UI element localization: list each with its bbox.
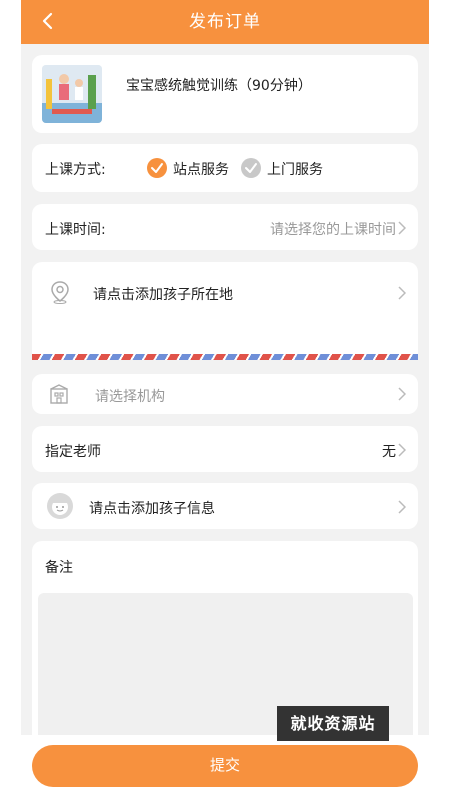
- product-card[interactable]: 宝宝感统触觉训练（90分钟）: [32, 55, 418, 133]
- class-mode-label: 上课方式:: [45, 162, 106, 178]
- checkmark-circle-icon: [241, 158, 261, 178]
- checkmark-circle-icon: [147, 158, 167, 178]
- teacher-row[interactable]: 指定老师 无: [32, 426, 418, 472]
- chevron-right-icon: [398, 286, 406, 300]
- location-card[interactable]: 请点击添加孩子所在地: [32, 262, 418, 360]
- child-info-prompt: 请点击添加孩子信息: [89, 501, 215, 517]
- chevron-right-icon: [398, 443, 406, 457]
- app-header: 发布订单: [21, 0, 429, 44]
- product-thumbnail: [42, 65, 102, 123]
- institution-row[interactable]: 请选择机构: [32, 374, 418, 414]
- product-name: 宝宝感统触觉训练（90分钟）: [126, 78, 312, 94]
- site-service-label[interactable]: 站点服务: [173, 159, 229, 179]
- location-pin-icon: [51, 281, 69, 304]
- radio-site-service[interactable]: [147, 158, 167, 178]
- home-service-label[interactable]: 上门服务: [267, 159, 323, 179]
- chevron-right-icon: [398, 387, 406, 401]
- envelope-border-divider: [32, 354, 418, 360]
- radio-home-service[interactable]: [241, 158, 261, 178]
- page-title: 发布订单: [189, 12, 261, 32]
- remarks-label: 备注: [45, 560, 73, 576]
- chevron-right-icon: [398, 500, 406, 514]
- class-mode-card: 上课方式: 站点服务 上门服务: [32, 144, 418, 192]
- teacher-value: 无: [382, 444, 396, 460]
- location-prompt: 请点击添加孩子所在地: [93, 287, 233, 303]
- institution-placeholder: 请选择机构: [95, 389, 165, 405]
- class-time-placeholder: 请选择您的上课时间: [270, 222, 396, 238]
- building-icon: [50, 384, 68, 404]
- chevron-right-icon: [398, 221, 406, 235]
- child-face-icon: [47, 493, 73, 519]
- submit-button[interactable]: 提交: [32, 745, 418, 787]
- watermark-badge: 就收资源站: [277, 706, 389, 741]
- child-info-row[interactable]: 请点击添加孩子信息: [32, 483, 418, 529]
- class-time-row[interactable]: 上课时间: 请选择您的上课时间: [32, 204, 418, 250]
- class-time-label: 上课时间:: [45, 222, 106, 238]
- teacher-label: 指定老师: [45, 444, 101, 460]
